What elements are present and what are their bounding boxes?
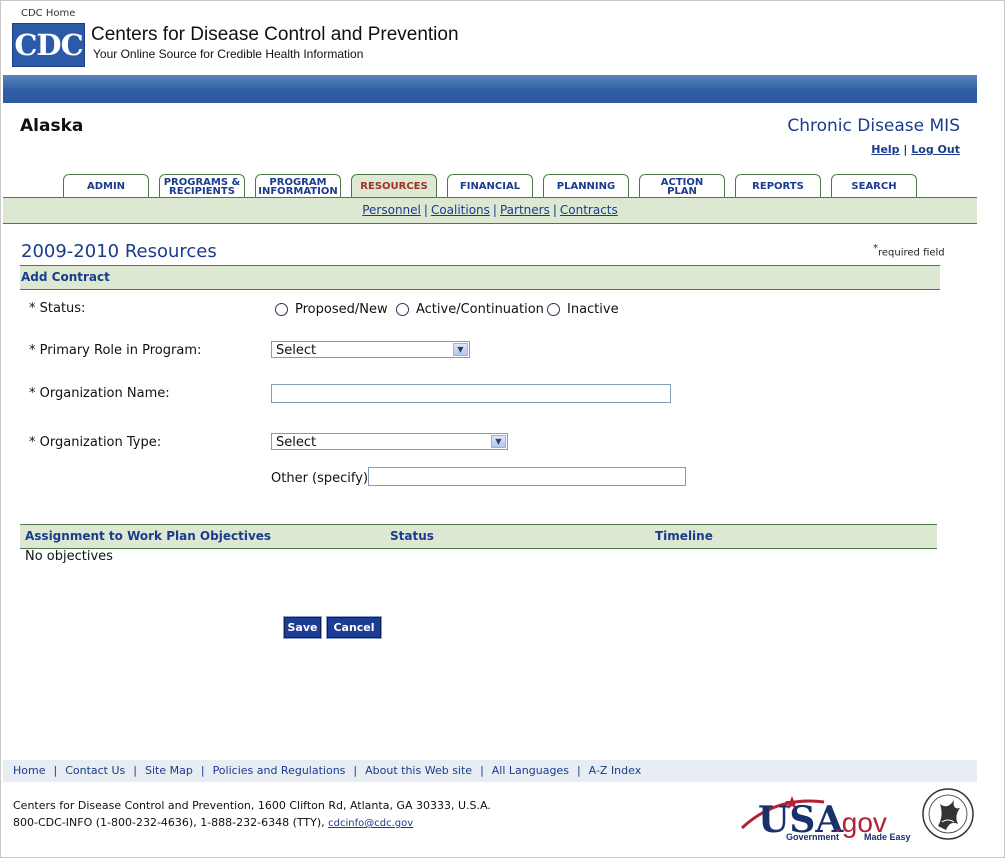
primary-role-label: * Primary Role in Program:	[29, 343, 202, 358]
footer-link-about[interactable]: About this Web site	[365, 764, 472, 777]
other-specify-input[interactable]	[368, 467, 686, 486]
org-name: Centers for Disease Control and Preventi…	[91, 24, 459, 45]
tab-resources[interactable]: RESOURCES	[351, 174, 437, 198]
subnav-contracts[interactable]: Contracts	[560, 203, 618, 217]
footer-address: Centers for Disease Control and Preventi…	[13, 799, 491, 812]
status-option-active-label: Active/Continuation	[416, 302, 544, 317]
footer-separator: |	[200, 764, 205, 777]
app-title: Chronic Disease MIS	[787, 116, 960, 136]
footer-link-sitemap[interactable]: Site Map	[145, 764, 193, 777]
help-links: Help | Log Out	[871, 143, 960, 156]
footer-link-policies[interactable]: Policies and Regulations	[213, 764, 346, 777]
primary-role-value: Select	[276, 343, 317, 358]
tab-action-plan-label: ACTION PLAN	[660, 176, 704, 197]
tab-program-information[interactable]: PROGRAM INFORMATION	[255, 174, 341, 198]
timeline-column-header: Timeline	[655, 529, 713, 543]
usagov-logo[interactable]: USA .gov Government Made Easy	[736, 788, 916, 843]
footer-link-contact[interactable]: Contact Us	[65, 764, 125, 777]
footer-separator: |	[353, 764, 358, 777]
hhs-eagle-seal-icon	[922, 788, 974, 840]
tab-financial-label: FINANCIAL	[459, 181, 521, 192]
tab-planning-label: PLANNING	[556, 181, 616, 192]
chevron-down-icon[interactable]: ▼	[491, 435, 506, 448]
resources-subnav: Personnel | Coalitions | Partners | Contracts	[3, 197, 977, 224]
footer-separator: |	[480, 764, 484, 777]
tab-admin[interactable]: ADMIN	[63, 174, 149, 198]
footer-separator: |	[133, 764, 137, 777]
svg-text:Government: Government	[786, 832, 839, 842]
status-radio-active[interactable]	[396, 303, 409, 316]
footer-link-home[interactable]: Home	[13, 764, 45, 777]
tab-reports-label: REPORTS	[752, 181, 804, 192]
tab-planning[interactable]: PLANNING	[543, 174, 629, 198]
required-field-note: *required field	[873, 243, 945, 259]
tab-admin-label: ADMIN	[86, 181, 126, 192]
primary-role-select[interactable]: Select ▼	[271, 341, 470, 358]
organization-type-label: * Organization Type:	[29, 435, 162, 450]
subnav-partners[interactable]: Partners	[500, 203, 550, 217]
footer-separator: |	[53, 764, 58, 777]
tab-reports[interactable]: REPORTS	[735, 174, 821, 198]
tab-programs-recipients-label: PROGRAMS & RECIPIENTS	[163, 176, 241, 197]
status-radio-inactive[interactable]	[547, 303, 560, 316]
objectives-column-header: Assignment to Work Plan Objectives	[25, 529, 272, 543]
organization-name-input[interactable]	[271, 384, 671, 403]
tab-programs-recipients[interactable]: PROGRAMS & RECIPIENTS	[159, 174, 245, 198]
footer-links: Home | Contact Us | Site Map | Policies and Re…	[3, 760, 977, 782]
footer-link-az-index[interactable]: A-Z Index	[589, 764, 642, 777]
section-title: Add Contract	[21, 270, 110, 284]
cancel-button[interactable]: Cancel	[326, 616, 382, 639]
subnav-separator: |	[552, 203, 557, 217]
footer-email-link[interactable]: cdcinfo@cdc.gov	[328, 818, 413, 829]
footer-link-languages[interactable]: All Languages	[492, 764, 569, 777]
footer-separator: |	[576, 764, 581, 777]
organization-type-select[interactable]: Select ▼	[271, 433, 508, 450]
org-tagline: Your Online Source for Credible Health I…	[93, 47, 364, 61]
header-banner	[3, 75, 977, 103]
tab-program-information-label: PROGRAM INFORMATION	[258, 176, 338, 197]
logout-link[interactable]: Log Out	[911, 143, 960, 156]
save-button[interactable]: Save	[283, 616, 322, 639]
other-specify-label: Other (specify)	[271, 471, 369, 486]
no-objectives-text: No objectives	[25, 549, 113, 564]
page-title: 2009-2010 Resources	[21, 241, 217, 262]
subnav-separator: |	[423, 203, 428, 217]
chevron-down-icon[interactable]: ▼	[453, 343, 468, 356]
subnav-personnel[interactable]: Personnel	[362, 203, 421, 217]
status-radio-proposed[interactable]	[275, 303, 288, 316]
state-name: Alaska	[20, 116, 84, 136]
tab-action-plan[interactable]: ACTION PLAN	[639, 174, 725, 198]
organization-name-label: * Organization Name:	[29, 386, 170, 401]
status-label: * Status:	[29, 301, 86, 316]
status-column-header: Status	[390, 529, 434, 543]
section-bar	[20, 265, 940, 290]
tab-financial[interactable]: FINANCIAL	[447, 174, 533, 198]
status-option-inactive-label: Inactive	[567, 302, 619, 317]
help-separator: |	[903, 143, 908, 156]
cdc-home-link[interactable]: CDC Home	[21, 8, 75, 19]
tab-search-label: SEARCH	[851, 181, 897, 192]
tab-search[interactable]: SEARCH	[831, 174, 917, 198]
tab-resources-label: RESOURCES	[360, 181, 428, 192]
help-link[interactable]: Help	[871, 143, 899, 156]
cdc-logo[interactable]: CDC	[12, 23, 85, 67]
subnav-coalitions[interactable]: Coalitions	[431, 203, 490, 217]
organization-type-value: Select	[276, 435, 317, 450]
status-option-proposed-label: Proposed/New	[295, 302, 388, 317]
svg-text:Made Easy: Made Easy	[864, 832, 911, 842]
subnav-separator: |	[492, 203, 497, 217]
footer-phone: 800-CDC-INFO (1-800-232-4636), 1-888-232…	[13, 816, 414, 829]
